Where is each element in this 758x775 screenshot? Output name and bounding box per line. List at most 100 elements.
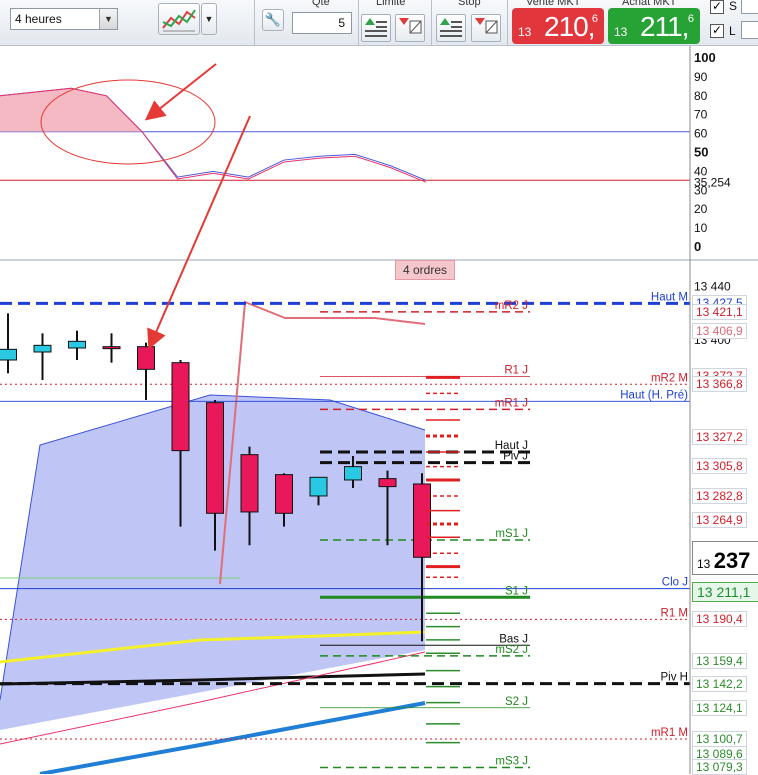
price-axis-label: 13 440 [694, 280, 731, 294]
buy-price-prefix: 13 [614, 25, 628, 39]
candle-body [206, 402, 224, 514]
l-value-field[interactable] [741, 21, 758, 39]
indicator-axis-label: 20 [694, 202, 708, 216]
price-level-tag: 13 100,7 [692, 730, 747, 747]
checkbox-s[interactable]: ✓ [710, 0, 724, 14]
stop-buy-button[interactable] [436, 14, 466, 42]
checkbox-l[interactable]: ✓ [710, 24, 724, 38]
indicator-pane: 100908070605040302010035,254 [0, 50, 731, 254]
indicator-axis-label: 60 [694, 127, 708, 141]
candle-body [137, 346, 155, 370]
price-pane: 13 44013 400Haut MmR2 JR1 JmR2 MHaut (H.… [0, 280, 731, 774]
candle-body [33, 344, 52, 353]
indicator-axis-label: 80 [694, 89, 708, 103]
price-level-tag: 13 327,2 [692, 429, 747, 446]
price-level-tag: 13 421,1 [692, 303, 747, 320]
level-line-label: mS1 J [495, 528, 528, 540]
limit-sell-icon [399, 18, 422, 34]
indicator-axis-label: 10 [694, 221, 708, 235]
level-line-label: Haut (H. Pré) [620, 389, 688, 401]
limit-buy-button[interactable] [361, 14, 391, 42]
chart-indicator-icon [162, 9, 196, 32]
sell-price-suffix: 6 [591, 13, 598, 25]
orders-badge[interactable]: 4 ordres [395, 260, 455, 280]
candle [0, 313, 17, 374]
level-line-label: mR2 J [495, 300, 528, 312]
last-price-value: 237 [713, 548, 751, 573]
indicator-axis-label: 50 [694, 145, 708, 160]
candle-body [344, 466, 362, 481]
candle [137, 342, 155, 400]
level-line-label: R1 M [661, 607, 688, 619]
trading-toolbar: 4 heures ▼ ▼ 🔧 Qté 5 Limite Stop Vente M… [0, 0, 758, 46]
price-level-tag: 13 079,3 [692, 759, 747, 775]
candle-body [171, 362, 190, 452]
toolbar-divider [254, 0, 255, 46]
quantity-input[interactable]: 5 [292, 12, 352, 34]
buy-price: 211, [640, 11, 689, 42]
level-line-label: Piv J [503, 451, 528, 463]
checkbox-l-label: L [729, 24, 736, 38]
timeframe-select[interactable]: 4 heures ▼ [10, 8, 118, 30]
price-level-tag: 13 305,8 [692, 457, 747, 474]
stop-sell-button[interactable] [471, 14, 501, 42]
chart-type-button[interactable] [158, 3, 200, 35]
price-level-tag: 13 282,8 [692, 488, 747, 505]
qty-label: Qté [312, 0, 330, 8]
buy-market-label: Achat MKT [622, 0, 677, 8]
sell-price-prefix: 13 [518, 25, 532, 39]
last-price-prefix: 13 [697, 557, 711, 571]
limit-sell-button[interactable] [395, 14, 425, 42]
candle-body [309, 476, 328, 497]
s-value-field[interactable] [741, 0, 758, 14]
indicator-axis-label: 100 [694, 50, 716, 65]
checkbox-s-label: S [729, 0, 738, 13]
level-line-label: mS3 J [495, 755, 528, 767]
sell-market-button[interactable]: 13 210, 6 [512, 8, 604, 44]
level-line-label: mR2 M [651, 372, 688, 384]
level-line-label: R1 J [504, 364, 528, 376]
toolbar-divider [507, 0, 508, 46]
sell-price: 210, [544, 11, 595, 42]
ask-price-box: 13 211,1 [692, 582, 758, 602]
candle [68, 330, 86, 360]
level-line-label: Clo J [662, 577, 688, 589]
buy-market-button[interactable]: 13 211, 6 [608, 8, 700, 44]
price-level-tag: 13 406,9 [692, 322, 747, 339]
indicator-axis-label: 90 [694, 70, 708, 84]
limit-buy-icon [365, 18, 387, 37]
stop-buy-icon [440, 18, 462, 37]
toolbar-divider [431, 0, 432, 46]
price-level-tag: 13 142,2 [692, 675, 747, 692]
indicator-axis-label: 70 [694, 108, 708, 122]
price-level-tag: 13 159,4 [692, 652, 747, 669]
chart-canvas[interactable]: 100908070605040302010035,254 13 44013 40… [0, 46, 758, 774]
candle-body [102, 346, 121, 350]
candle-body [68, 340, 86, 349]
price-level-tag: 13 366,8 [692, 376, 747, 393]
level-line-label: mR1 M [651, 727, 688, 739]
moving-average-blue [39, 701, 426, 774]
wrench-icon[interactable]: 🔧 [262, 9, 284, 31]
candle [33, 333, 52, 380]
indicator-axis-label: 0 [694, 239, 701, 254]
level-line-label: Haut M [651, 291, 688, 303]
price-level-tag: 13 124,1 [692, 699, 747, 716]
level-line-label: Piv H [661, 672, 688, 684]
last-price-box: 13 237 [692, 541, 758, 575]
chart-type-dropdown-icon[interactable]: ▼ [201, 3, 217, 35]
candle-body [0, 348, 17, 361]
annotation-arrow [147, 115, 251, 350]
stop-sell-icon [475, 18, 498, 34]
limit-label: Limite [376, 0, 406, 8]
stop-label: Stop [458, 0, 481, 8]
price-level-tag: 13 264,9 [692, 512, 747, 529]
level-line-label: mS2 J [495, 644, 528, 656]
level-line-label: mR1 J [495, 397, 528, 409]
candle-body [240, 454, 259, 513]
chevron-down-icon[interactable]: ▼ [99, 9, 117, 29]
candle-body [378, 478, 397, 488]
level-line-label: S1 J [505, 585, 528, 597]
buy-price-suffix: 6 [687, 13, 694, 25]
indicator-value-tag: 35,254 [694, 175, 731, 189]
